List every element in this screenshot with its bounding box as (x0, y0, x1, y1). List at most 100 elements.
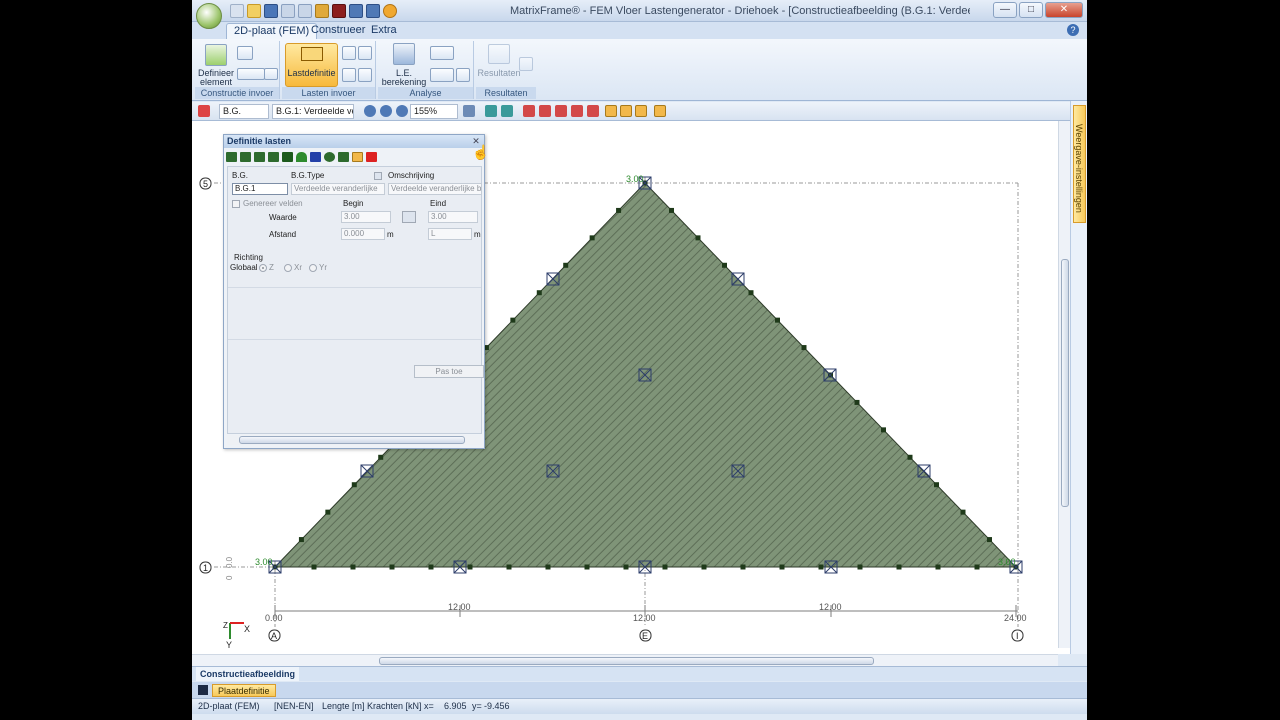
tab-extra[interactable]: Extra (364, 23, 404, 39)
distributed-load-icon[interactable] (226, 152, 237, 162)
le-berekening-button[interactable]: L.E. berekening (378, 69, 430, 87)
show-labels-icon[interactable] (605, 105, 617, 117)
mesh-node (584, 564, 590, 570)
weergave-instellingen-tab[interactable]: Weergave-instellingen (1073, 105, 1086, 223)
rotate-load-icon[interactable] (324, 152, 335, 162)
delete-load-icon[interactable] (366, 152, 377, 162)
waarde-begin-field[interactable]: 3.00 (341, 211, 391, 223)
stop-icon[interactable] (332, 4, 346, 18)
gridline-label-e: E (642, 631, 648, 641)
fem-calculation-icon[interactable] (393, 43, 415, 65)
zoom-combo[interactable]: 155% (410, 104, 458, 119)
radio-z[interactable] (259, 264, 267, 272)
report-icon[interactable] (456, 68, 470, 82)
weight-load-icon[interactable] (282, 152, 293, 162)
axis-y-label: Y (226, 640, 232, 650)
afstand-eind-field[interactable]: L (428, 228, 472, 240)
minimize-button[interactable]: — (993, 2, 1017, 18)
grid-icon[interactable] (237, 46, 253, 60)
afstand-eind-unit: m (474, 230, 481, 239)
radio-xr[interactable] (284, 264, 292, 272)
print-icon[interactable] (281, 4, 295, 18)
waarde-eind-field[interactable]: 3.00 (428, 211, 478, 223)
app-menu-button[interactable] (196, 3, 222, 29)
mesh-node (467, 564, 473, 570)
results-icon[interactable] (488, 44, 510, 64)
tab-constructieafbeelding[interactable]: Constructieafbeelding (196, 667, 300, 681)
vertical-scrollbar[interactable] (1058, 121, 1070, 648)
undo-icon[interactable] (349, 4, 363, 18)
moment-load-icon[interactable] (268, 152, 279, 162)
point-load-icon[interactable] (254, 152, 265, 162)
settings-icon[interactable] (383, 4, 397, 18)
pointer-icon[interactable] (198, 105, 210, 117)
mesh-node (818, 564, 824, 570)
zoom-in-icon[interactable] (364, 105, 376, 117)
snap-node-icon[interactable] (523, 105, 535, 117)
pan-icon[interactable] (463, 105, 475, 117)
link-values-icon[interactable] (402, 211, 416, 223)
horizontal-scroll-thumb[interactable] (379, 657, 874, 665)
tab-plaatdefinitie[interactable]: Plaatdefinitie (212, 684, 276, 697)
bg-select[interactable]: B.G.1 (232, 183, 288, 195)
redo-icon[interactable] (366, 4, 380, 18)
load-case-icon[interactable] (310, 152, 321, 162)
bg-combo[interactable]: B.G. (219, 104, 269, 119)
snap-grid-icon[interactable] (539, 105, 551, 117)
new-icon[interactable] (230, 4, 244, 18)
view-toolbar: B.G. B.G.1: Verdeelde ve 155% (192, 102, 1087, 121)
check-icon[interactable] (430, 68, 454, 82)
view-iso-icon[interactable] (501, 105, 513, 117)
omschrijving-field[interactable]: Verdeelde veranderlijke bel (388, 183, 482, 195)
dialog-scrollbar[interactable] (227, 435, 482, 445)
area-load-icon[interactable] (296, 152, 307, 162)
snap-intersect-icon[interactable] (587, 105, 599, 117)
edit-load-icon[interactable] (352, 152, 363, 162)
line-load-icon[interactable] (358, 46, 372, 60)
zoom-out-icon[interactable] (380, 105, 392, 117)
linear-load-icon[interactable] (240, 152, 251, 162)
zoom-fit-icon[interactable] (396, 105, 408, 117)
results-view-icon[interactable] (519, 57, 533, 71)
mesh-node (545, 564, 551, 570)
bg-description-combo[interactable]: B.G.1: Verdeelde ve (272, 104, 354, 119)
support-icon[interactable] (237, 68, 265, 80)
beam-icon[interactable] (264, 68, 278, 80)
show-supports-icon[interactable] (635, 105, 647, 117)
close-button[interactable]: ✕ (1045, 2, 1083, 18)
pas-toe-button[interactable]: Pas toe (414, 365, 484, 378)
afstand-begin-field[interactable]: 0.000 (341, 228, 385, 240)
point-load-icon[interactable] (342, 46, 356, 60)
save-icon[interactable] (264, 4, 278, 18)
resultaten-button[interactable]: Resultaten (476, 69, 522, 78)
omschrijving-button[interactable] (374, 172, 382, 180)
view-3d-icon[interactable] (485, 105, 497, 117)
tab-construeer[interactable]: Construeer (304, 23, 372, 39)
show-loads-icon[interactable] (620, 105, 632, 117)
genereer-checkbox[interactable] (232, 200, 240, 208)
define-element-icon[interactable] (205, 44, 227, 66)
radio-yr[interactable] (309, 264, 317, 272)
vertical-scroll-thumb[interactable] (1061, 259, 1069, 507)
snap-end-icon[interactable] (571, 105, 583, 117)
axis-z-label: Z (223, 621, 228, 630)
load-combination-icon[interactable] (358, 68, 372, 82)
analysis-options-icon[interactable] (430, 46, 454, 60)
help-icon[interactable]: ? (1067, 24, 1079, 36)
lastdefinitie-button[interactable]: Lastdefinitie (285, 43, 338, 87)
show-dims-icon[interactable] (654, 105, 666, 117)
calculate-icon[interactable] (315, 4, 329, 18)
preview-icon[interactable] (298, 4, 312, 18)
status-mode[interactable]: 2D-plaat (FEM) (198, 699, 260, 714)
mesh-node (748, 290, 754, 296)
open-icon[interactable] (247, 4, 261, 18)
area-load-icon[interactable] (342, 68, 356, 82)
add-load-icon[interactable] (338, 152, 349, 162)
weergave-instellingen-label: Weergave-instellingen (1074, 124, 1084, 213)
definieer-element-button[interactable]: Definieer element (195, 69, 237, 87)
maximize-button[interactable]: □ (1019, 2, 1043, 18)
horizontal-scrollbar[interactable] (192, 654, 1058, 666)
snap-mid-icon[interactable] (555, 105, 567, 117)
dialog-scroll-thumb[interactable] (239, 436, 465, 444)
bg-type-select[interactable]: Verdeelde veranderlijke (291, 183, 385, 195)
